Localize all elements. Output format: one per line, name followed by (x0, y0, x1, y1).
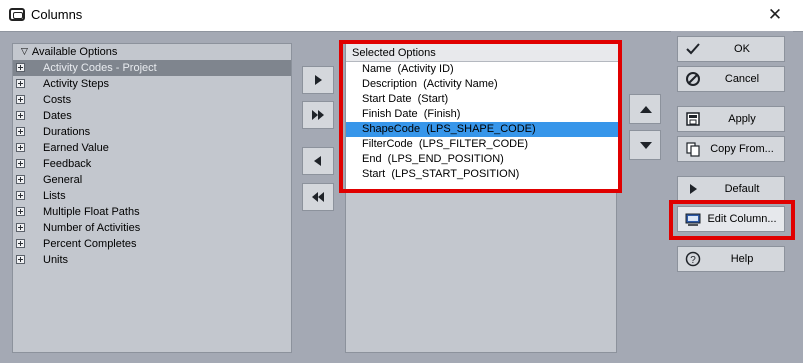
arrow-up-icon (640, 106, 652, 113)
available-option-label: Durations (43, 126, 91, 138)
available-option-label: Costs (43, 94, 72, 106)
double-arrow-left-icon (312, 192, 324, 202)
expand-plus-icon[interactable] (16, 207, 25, 216)
double-arrow-right-icon (312, 110, 324, 120)
available-option-item[interactable]: Multiple Float Paths (13, 204, 291, 220)
selected-option-item[interactable]: Description (Activity Name) (346, 77, 618, 92)
expand-plus-icon[interactable] (16, 111, 25, 120)
transfer-buttons (302, 43, 334, 353)
help-button[interactable]: ? Help (677, 246, 785, 272)
selected-option-item[interactable]: Start Date (Start) (346, 92, 618, 107)
available-options-label: Available Options (31, 46, 118, 58)
available-option-item[interactable]: Earned Value (13, 140, 291, 156)
selected-option-item[interactable]: Finish Date (Finish) (346, 107, 618, 122)
help-label: Help (730, 253, 754, 265)
apply-label: Apply (728, 113, 756, 125)
selected-option-item[interactable]: ShapeCode (LPS_SHAPE_CODE) (346, 122, 618, 137)
available-option-item[interactable]: Activity Steps (13, 76, 291, 92)
available-option-label: Number of Activities (43, 222, 141, 234)
move-up-button[interactable] (629, 94, 661, 124)
available-option-label: Percent Completes (43, 238, 137, 250)
available-option-item[interactable]: Costs (13, 92, 291, 108)
copy-icon (686, 142, 700, 157)
selected-options-header: Selected Options (346, 44, 618, 62)
ok-label: OK (734, 43, 750, 55)
available-option-item[interactable]: Number of Activities (13, 220, 291, 236)
expand-plus-icon[interactable] (16, 159, 25, 168)
window-title: Columns (31, 7, 83, 22)
ok-button[interactable]: OK (677, 36, 785, 62)
selected-option-item[interactable]: End (LPS_END_POSITION) (346, 152, 618, 167)
title-bar: Columns ✕ (0, 0, 803, 31)
available-option-item[interactable]: Dates (13, 108, 291, 124)
available-option-item[interactable]: Durations (13, 124, 291, 140)
available-option-label: Activity Steps (43, 78, 110, 90)
available-option-label: Activity Codes - Project (43, 62, 157, 74)
available-option-label: Dates (43, 110, 72, 122)
available-options-list: Activity Codes - Project Activity Steps Co… (13, 60, 291, 268)
arrow-left-icon (314, 156, 321, 166)
selected-option-item[interactable]: Start (LPS_START_POSITION) (346, 167, 618, 182)
svg-text:?: ? (690, 255, 696, 266)
selected-options-list: Selected Options Name (Activity ID) Descr… (346, 44, 618, 189)
move-down-button[interactable] (629, 130, 661, 160)
available-option-label: Earned Value (43, 142, 109, 154)
available-options-header[interactable]: ▽ Available Options (13, 44, 291, 60)
available-option-item[interactable]: General (13, 172, 291, 188)
available-option-label: Units (43, 254, 69, 266)
available-option-item[interactable]: Feedback (13, 156, 291, 172)
available-option-item[interactable]: Units (13, 252, 291, 268)
expand-plus-icon[interactable] (16, 95, 25, 104)
available-option-label: Lists (43, 190, 66, 202)
edit-column-icon (685, 213, 701, 226)
action-buttons-panel: OK Cancel Apply Copy From... Default Edi… (671, 31, 793, 363)
arrow-down-icon (640, 142, 652, 149)
available-option-label: General (43, 174, 83, 186)
copy-from-button[interactable]: Copy From... (677, 136, 785, 162)
selected-option-item[interactable]: Name (Activity ID) (346, 62, 618, 77)
cancel-button[interactable]: Cancel (677, 66, 785, 92)
remove-all-button[interactable] (302, 183, 334, 211)
expand-plus-icon[interactable] (16, 191, 25, 200)
selected-option-item[interactable]: FilterCode (LPS_FILTER_CODE) (346, 137, 618, 152)
expand-plus-icon[interactable] (16, 175, 25, 184)
collapse-triangle-icon[interactable]: ▽ (21, 43, 28, 59)
app-icon (9, 8, 25, 21)
edit-column-label: Edit Column... (707, 213, 777, 225)
expand-plus-icon[interactable] (16, 79, 25, 88)
copy-from-label: Copy From... (710, 143, 774, 155)
expand-plus-icon[interactable] (16, 63, 25, 72)
expand-plus-icon[interactable] (16, 143, 25, 152)
cancel-label: Cancel (724, 73, 760, 85)
remove-button[interactable] (302, 147, 334, 175)
expand-plus-icon[interactable] (16, 255, 25, 264)
close-icon[interactable]: ✕ (765, 3, 785, 27)
expand-plus-icon[interactable] (16, 223, 25, 232)
default-button[interactable]: Default (677, 176, 785, 202)
available-option-item[interactable]: Percent Completes (13, 236, 291, 252)
expand-plus-icon[interactable] (16, 239, 25, 248)
add-button[interactable] (302, 66, 334, 94)
apply-button[interactable]: Apply (677, 106, 785, 132)
selected-options-panel: Selected Options Name (Activity ID) Descr… (345, 43, 618, 353)
available-option-label: Multiple Float Paths (43, 206, 140, 218)
available-option-item[interactable]: Lists (13, 188, 291, 204)
arrow-right-icon (315, 75, 322, 85)
cancel-icon (686, 72, 700, 86)
help-icon: ? (685, 251, 701, 267)
available-option-item[interactable]: Activity Codes - Project (13, 60, 291, 76)
expand-plus-icon[interactable] (16, 127, 25, 136)
apply-icon (686, 112, 700, 126)
play-icon (690, 184, 697, 194)
add-all-button[interactable] (302, 101, 334, 129)
edit-column-button[interactable]: Edit Column... (677, 206, 785, 232)
default-label: Default (724, 183, 760, 195)
available-options-panel: ▽ Available Options Activity Codes - Proj… (12, 43, 292, 353)
available-option-label: Feedback (43, 158, 92, 170)
checkmark-icon (686, 43, 700, 55)
